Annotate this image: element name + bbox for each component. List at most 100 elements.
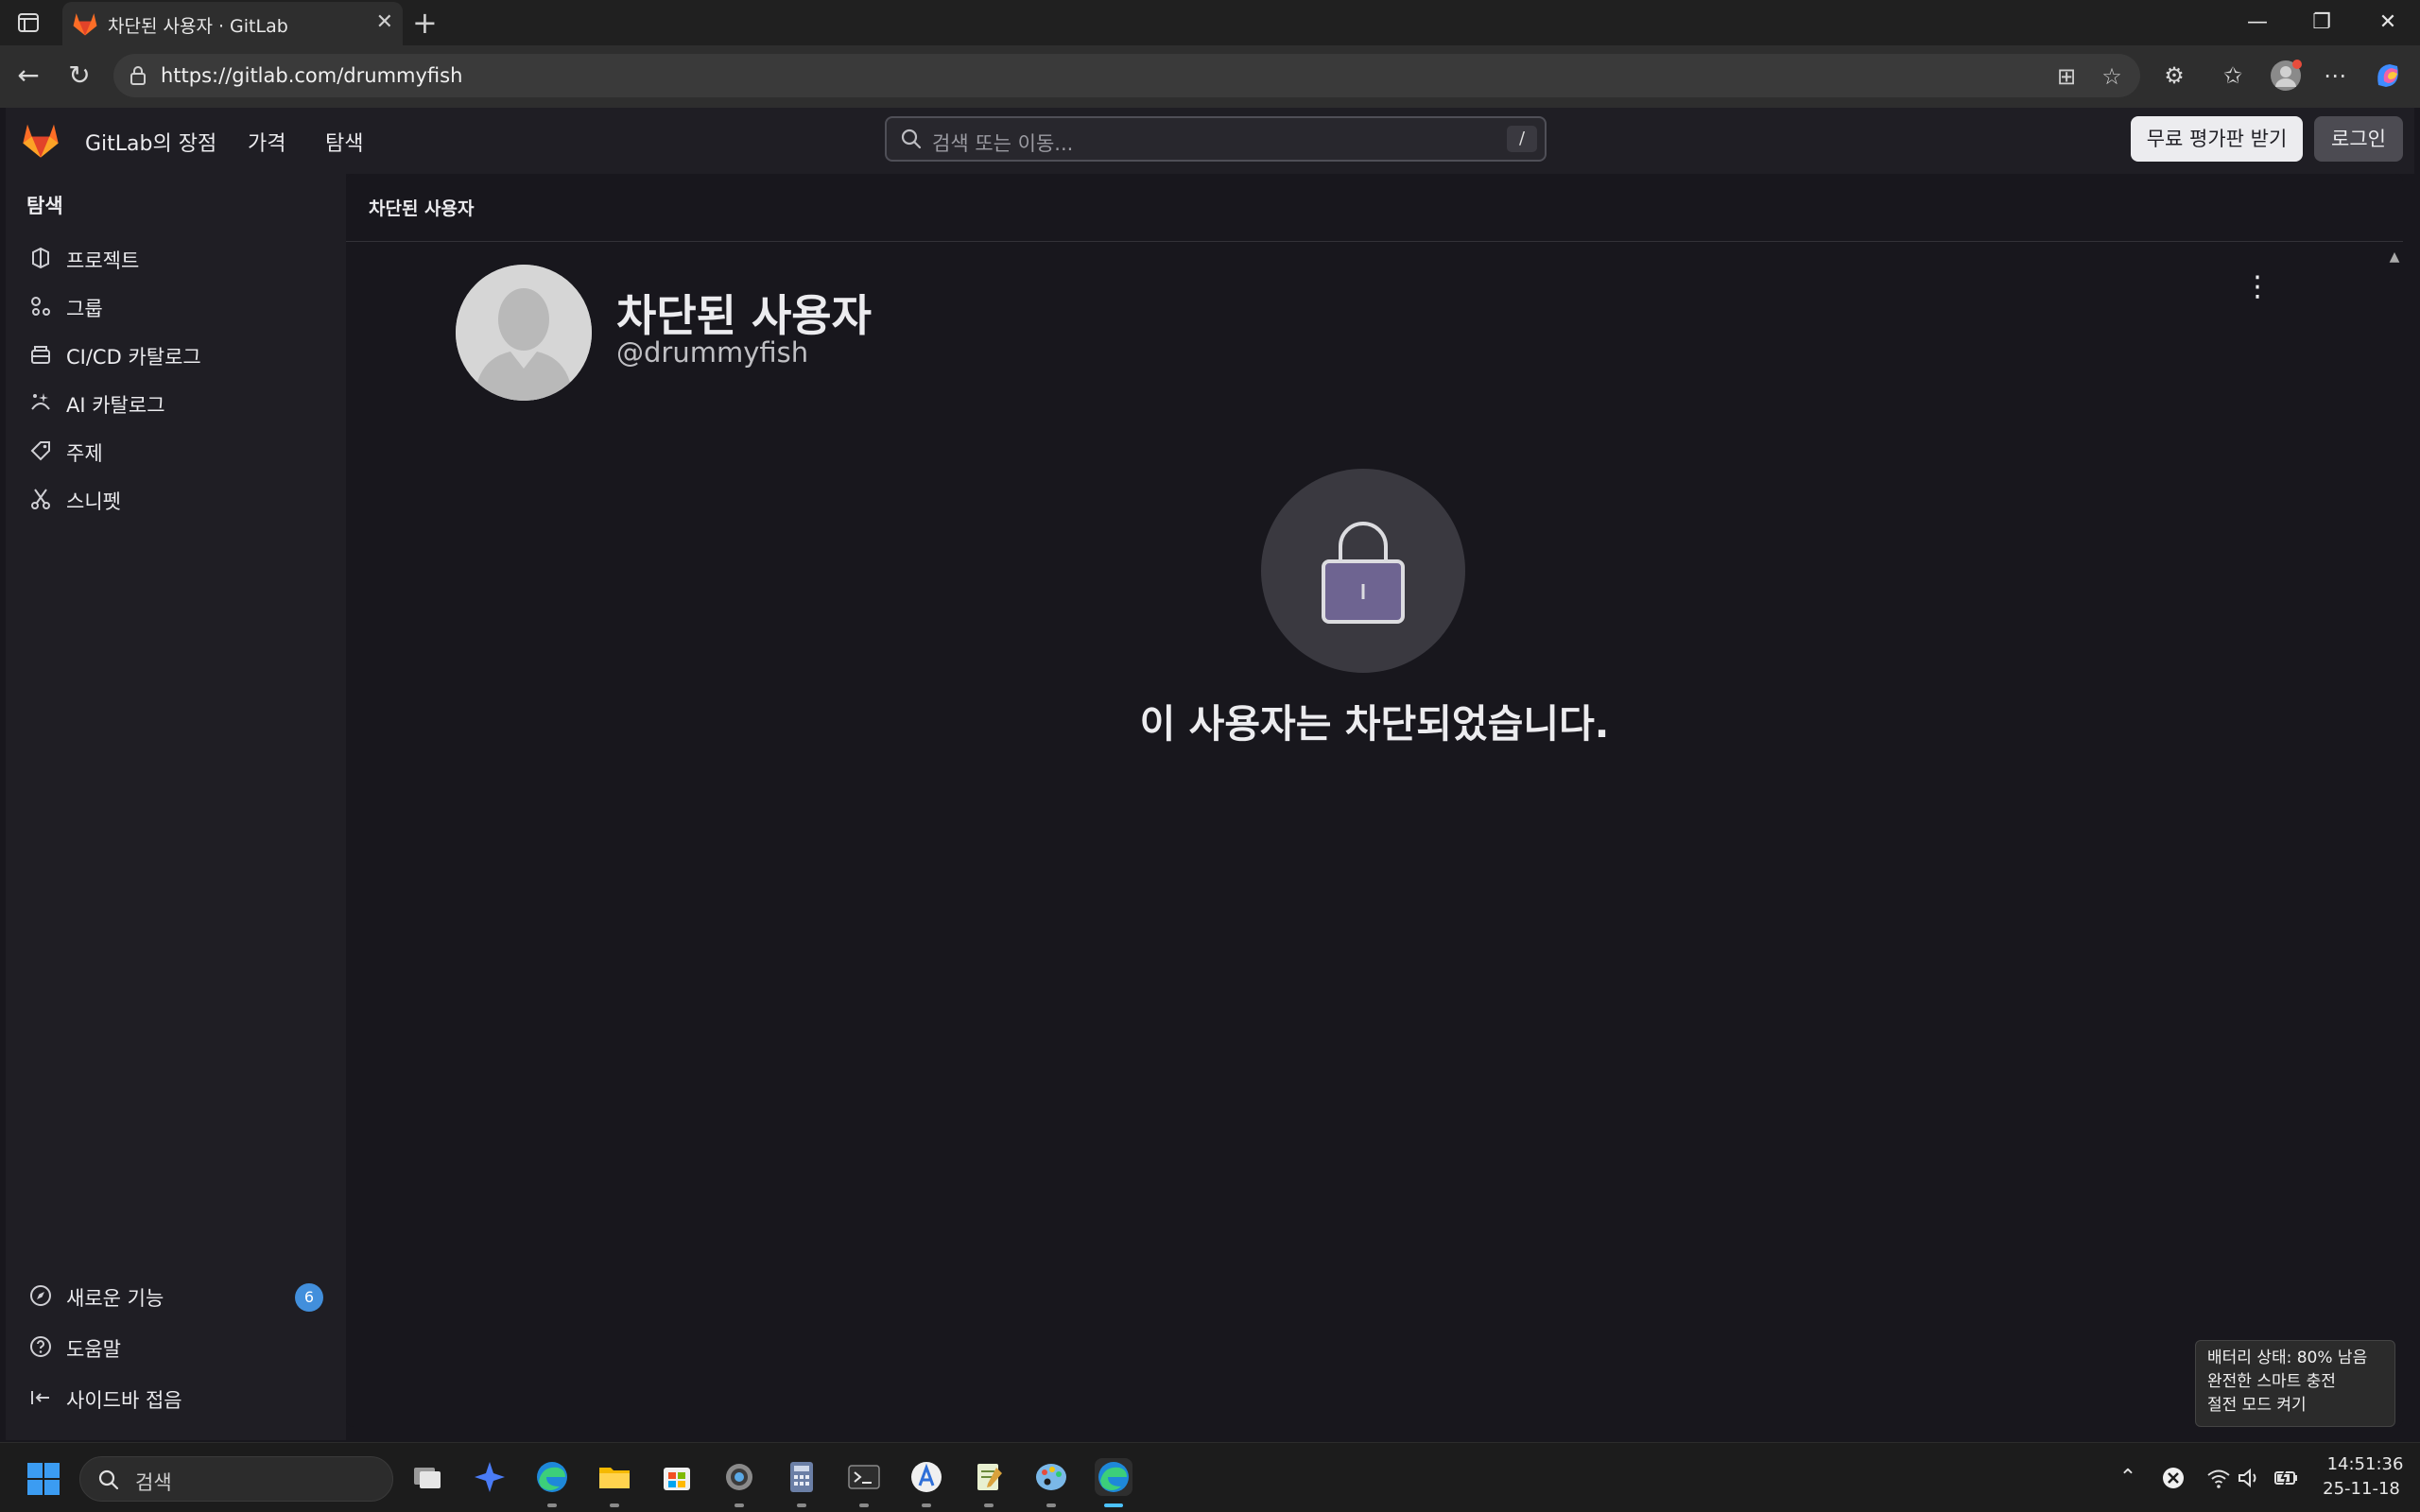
help-icon [28, 1334, 53, 1359]
breadcrumb-item[interactable]: 차단된 사용자 [369, 195, 475, 220]
tag-icon [28, 438, 53, 463]
browser-toolbar: ← ↻ https://gitlab.com/drummyfish ⊞ ☆ ⚙ … [0, 45, 2420, 108]
battery-icon[interactable] [2273, 1464, 2301, 1492]
sidebar-item-ai-catalog[interactable]: AI 카탈로그 [19, 381, 331, 424]
url-text[interactable]: https://gitlab.com/drummyfish [161, 64, 462, 87]
microsoft-store-icon[interactable] [658, 1458, 696, 1496]
search-placeholder: 검색 또는 이동... [932, 132, 1074, 155]
sidebar-item-label: AI 카탈로그 [66, 394, 165, 417]
tab-title: 차단된 사용자 · GitLab [108, 16, 288, 37]
paint-icon[interactable] [1032, 1458, 1070, 1507]
sidebar-item-label: 그룹 [66, 298, 103, 320]
favorites-icon[interactable]: ✩ [2216, 59, 2250, 93]
nav-explore[interactable]: 탐색 [325, 127, 363, 157]
search-icon [97, 1469, 120, 1491]
nav-pricing[interactable]: 가격 [248, 127, 285, 157]
file-explorer-icon[interactable] [596, 1458, 633, 1507]
sidebar-item-snippets[interactable]: 스니펫 [19, 477, 331, 521]
free-trial-button[interactable]: 무료 평가판 받기 [2131, 116, 2303, 162]
favorite-star-icon[interactable]: ☆ [2099, 63, 2125, 90]
app-icon-a[interactable] [908, 1458, 945, 1507]
back-arrow-icon[interactable]: ← [11, 59, 45, 93]
sidebar-item-groups[interactable]: 그룹 [19, 284, 331, 328]
project-icon [28, 246, 53, 270]
tab-close-icon[interactable]: ✕ [376, 11, 393, 34]
gitlab-favicon-icon [72, 10, 98, 37]
settings-app-icon[interactable] [720, 1458, 758, 1507]
taskbar: 검색 ⌃ 14:51:36 25-11-18 [0, 1442, 2420, 1512]
main-content: 차단된 사용자 ▲ 차단된 사용자 @drummyfish ⋮ 이 사용자는 차… [346, 174, 2403, 1427]
collapse-icon [28, 1385, 53, 1410]
catalog-icon [28, 342, 53, 367]
extensions-icon[interactable]: ⚙ [2157, 59, 2191, 93]
copilot-icon[interactable] [2371, 59, 2405, 93]
app-available-icon[interactable]: ⊞ [2053, 63, 2080, 90]
sidebar-item-cicd-catalog[interactable]: CI/CD 카탈로그 [19, 333, 331, 376]
scrollbar-up-arrow-icon[interactable]: ▲ [2386, 249, 2403, 266]
profile-name: 차단된 사용자 [616, 290, 872, 341]
minimize-button[interactable]: — [2238, 8, 2276, 38]
sidebar-item-label: 주제 [66, 442, 103, 465]
sidebar: 탐색 프로젝트 그룹 CI/CD 카탈로그 AI 카탈로그 주제 스니펫 새로운… [6, 174, 346, 1440]
sidebar-item-help[interactable]: 도움말 [19, 1325, 331, 1368]
volume-icon[interactable] [2235, 1464, 2263, 1492]
gitlab-logo-icon[interactable] [21, 121, 60, 159]
search-icon [900, 128, 923, 150]
profile-avatar-icon[interactable] [2269, 59, 2303, 93]
clock-time[interactable]: 14:51:36 [2324, 1454, 2407, 1474]
sign-in-button[interactable]: 로그인 [2314, 116, 2403, 162]
site-info-icon[interactable] [127, 64, 149, 87]
restore-button[interactable]: ❐ [2303, 8, 2341, 38]
tooltip-line: 완전한 스마트 충전 [2207, 1372, 2336, 1391]
new-tab-button[interactable]: + [412, 8, 438, 38]
clock-date[interactable]: 25-11-18 [2314, 1479, 2409, 1499]
nav-why-gitlab[interactable]: GitLab의 장점 [85, 127, 216, 157]
sidebar-item-topics[interactable]: 주제 [19, 429, 331, 472]
compass-icon [28, 1283, 53, 1308]
address-bar[interactable]: https://gitlab.com/drummyfish ⊞ ☆ [113, 54, 2140, 97]
search-shortcut-key: / [1507, 126, 1537, 152]
snippet-icon [28, 487, 53, 511]
blocked-message: 이 사용자는 차단되었습니다. [1139, 701, 1610, 747]
sidebar-item-label: 도움말 [66, 1338, 121, 1361]
sidebar-item-projects[interactable]: 프로젝트 [19, 236, 331, 280]
sidebar-collapse-button[interactable]: 사이드바 접음 [19, 1376, 331, 1419]
breadcrumb: 차단된 사용자 [346, 174, 2403, 242]
more-actions-icon[interactable]: ⋮ [2240, 268, 2274, 306]
terminal-icon[interactable] [845, 1458, 883, 1507]
notification-error-icon[interactable] [2159, 1464, 2187, 1492]
reload-icon[interactable]: ↻ [62, 59, 96, 93]
more-options-icon[interactable]: ⋯ [2318, 59, 2352, 93]
notepad-icon[interactable] [970, 1458, 1008, 1507]
tooltip-line: 배터리 상태: 80% 남음 [2207, 1349, 2368, 1367]
sidebar-item-label: 사이드바 접음 [66, 1389, 182, 1412]
lock-icon [1322, 522, 1405, 624]
tab-actions-icon[interactable] [15, 9, 42, 36]
show-hidden-icons-chevron-icon[interactable]: ⌃ [2114, 1464, 2142, 1492]
edge-browser-icon[interactable] [533, 1458, 571, 1507]
copilot-app-icon[interactable] [471, 1458, 509, 1496]
sidebar-item-label: CI/CD 카탈로그 [66, 346, 201, 369]
sidebar-title: 탐색 [26, 195, 63, 217]
profile-username: @drummyfish [616, 336, 809, 369]
edge-active-window-icon[interactable] [1095, 1458, 1132, 1507]
avatar [456, 265, 592, 401]
blocked-lock-illustration [1261, 469, 1465, 673]
sidebar-item-label: 프로젝트 [66, 249, 140, 272]
wifi-icon[interactable] [2204, 1464, 2233, 1492]
tooltip-line: 절전 모드 켜기 [2207, 1396, 2307, 1415]
window-close-button[interactable]: ✕ [2369, 8, 2407, 38]
task-view-icon[interactable] [408, 1458, 446, 1496]
sidebar-item-whats-new[interactable]: 새로운 기능 6 [19, 1274, 331, 1317]
browser-tab-active[interactable]: 차단된 사용자 · GitLab ✕ [62, 2, 403, 45]
group-icon [28, 294, 53, 318]
calculator-icon[interactable] [783, 1458, 821, 1507]
windows-start-icon[interactable] [26, 1462, 60, 1496]
whats-new-count-badge: 6 [295, 1283, 323, 1312]
battery-tooltip: 배터리 상태: 80% 남음 완전한 스마트 충전 절전 모드 켜기 [2195, 1340, 2395, 1427]
sidebar-item-label: 스니펫 [66, 490, 121, 513]
search-input[interactable]: 검색 또는 이동... / [885, 116, 1547, 162]
ai-icon [28, 390, 53, 415]
taskbar-search-input[interactable]: 검색 [79, 1456, 393, 1502]
taskbar-search-placeholder: 검색 [135, 1471, 172, 1494]
